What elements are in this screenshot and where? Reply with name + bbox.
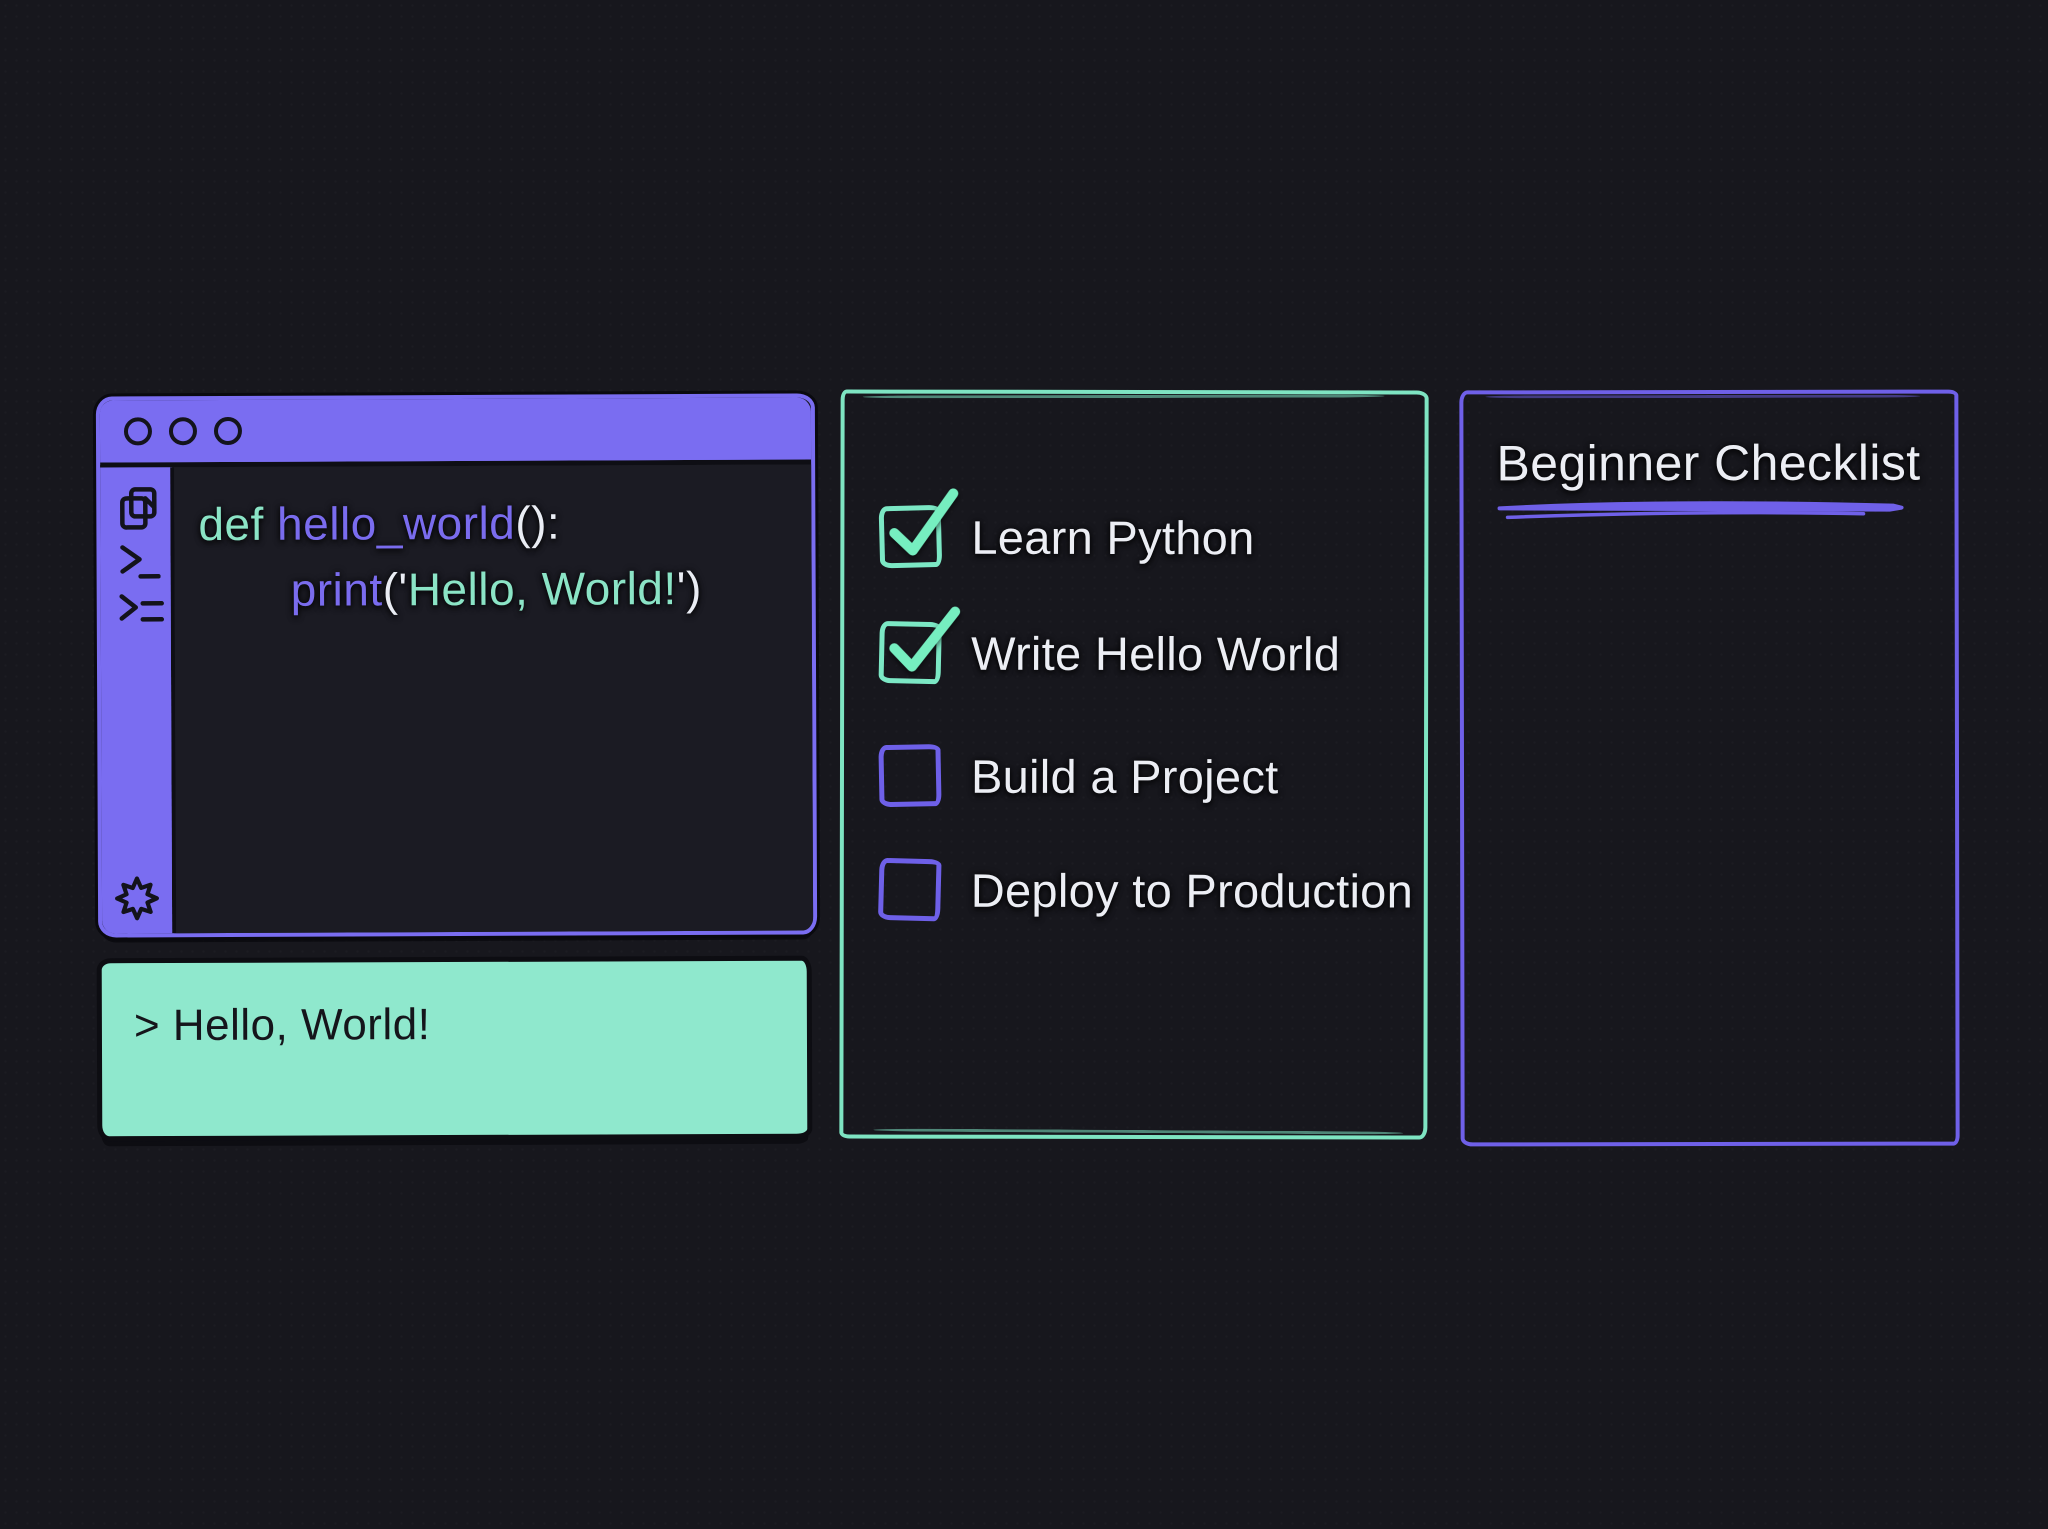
- code-editor-window: def hello_world(): print('Hello, World!'…: [96, 393, 817, 937]
- code-line-1: def hello_world():: [198, 492, 811, 553]
- code-punctuation: (': [383, 563, 408, 615]
- terminal-output-panel[interactable]: > Hello, World!: [97, 956, 813, 1141]
- checklist-item-label: Write Hello World: [971, 625, 1340, 681]
- checklist-item: Write Hello World: [879, 622, 1340, 685]
- checkbox-icon[interactable]: [879, 505, 943, 569]
- terminal-icon[interactable]: [114, 541, 160, 581]
- code-line-2: print('Hello, World!'): [291, 558, 812, 618]
- code-editor-area[interactable]: def hello_world(): print('Hello, World!'…: [174, 464, 813, 933]
- editor-sidebar: [100, 467, 176, 933]
- checkbox-icon[interactable]: [878, 858, 942, 922]
- code-punctuation: '): [677, 562, 702, 614]
- checklist-item-label: Learn Python: [971, 509, 1254, 564]
- code-keyword-print: print: [291, 563, 383, 615]
- checklist-item: Learn Python: [879, 506, 1254, 569]
- task-checklist-panel: Learn Python Write Hello World Build a P…: [839, 389, 1428, 1139]
- window-control-minimize-icon[interactable]: [169, 417, 197, 445]
- code-punctuation: ():: [515, 497, 560, 549]
- window-controls: [124, 417, 242, 446]
- title-underline: [1492, 496, 1912, 525]
- code-function-name: hello_world: [277, 497, 515, 550]
- code-string: Hello, World!: [408, 562, 677, 615]
- gear-icon[interactable]: [114, 875, 160, 921]
- beginner-checklist-panel: Beginner Checklist: [1459, 390, 1959, 1147]
- checklist-item-label: Build a Project: [971, 748, 1279, 804]
- checklist-item: Build a Project: [879, 745, 1279, 808]
- terminal-output-text: > Hello, World!: [102, 961, 807, 1051]
- code-keyword: def: [198, 498, 277, 550]
- checkbox-icon[interactable]: [878, 621, 941, 684]
- terminal-lines-icon[interactable]: [115, 591, 165, 631]
- illustration-canvas: def hello_world(): print('Hello, World!'…: [0, 0, 2048, 1529]
- window-control-maximize-icon[interactable]: [214, 417, 242, 445]
- window-titlebar[interactable]: [100, 397, 811, 467]
- checklist-item-label: Deploy to Production: [971, 862, 1413, 918]
- files-icon[interactable]: [114, 483, 160, 533]
- checklist-item: Deploy to Production: [879, 859, 1413, 922]
- panel-title: Beginner Checklist: [1463, 394, 1954, 493]
- window-control-close-icon[interactable]: [124, 417, 152, 445]
- checkbox-icon[interactable]: [878, 744, 941, 807]
